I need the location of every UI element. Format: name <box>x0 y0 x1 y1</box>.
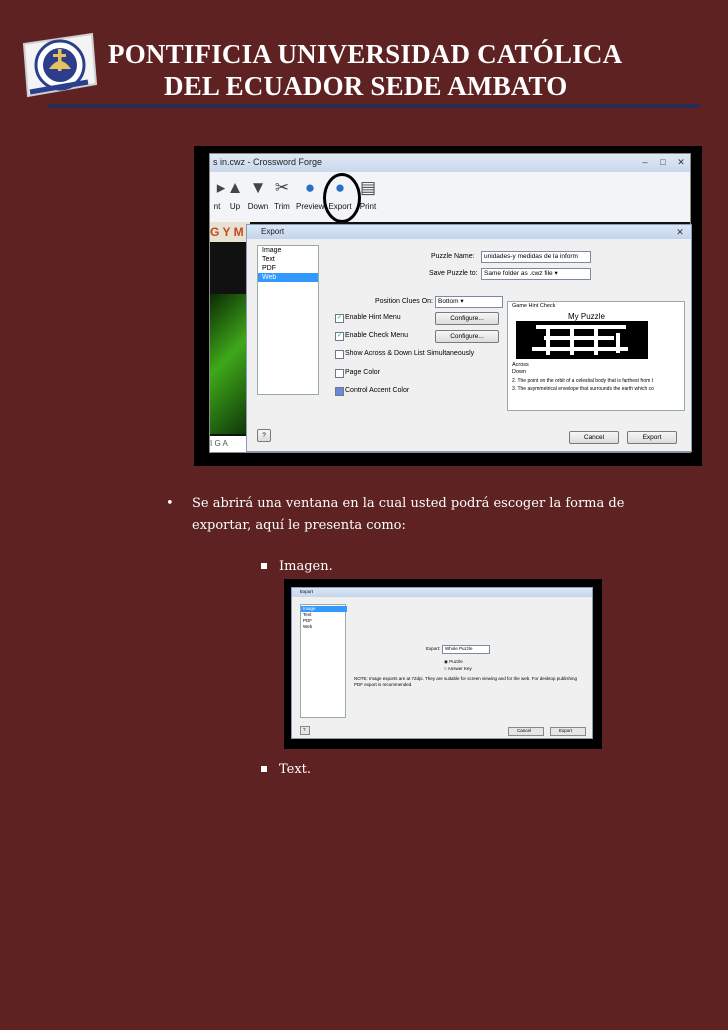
preview-menu: Game Hint Check <box>512 303 556 309</box>
dialog2-export-button[interactable]: Export <box>550 727 586 736</box>
list-item-text: Text. <box>261 760 311 780</box>
format-pdf[interactable]: PDF <box>258 264 318 273</box>
enable-check-label: Enable Check Menu <box>345 332 409 339</box>
preview-crossword-grid <box>516 321 648 359</box>
square-bullet <box>261 562 267 569</box>
window-title: s in.cwz - Crossword Forge <box>213 157 323 167</box>
title-line-1: PONTIFICIA UNIVERSIDAD CATÓLICA <box>108 39 623 69</box>
preview-clue-2: 3. The asymmetrical envelope that surrou… <box>512 386 654 392</box>
item-text-label: Text. <box>279 762 312 777</box>
save-to-label: Save Puzzle to: <box>429 270 478 277</box>
dialog2-help-button[interactable]: ? <box>300 726 310 735</box>
up-arrow-icon: ▲ <box>226 178 244 197</box>
enable-hint-checkbox[interactable]: ✓ <box>335 314 344 323</box>
square-bullet <box>261 765 267 772</box>
puzzle-name-label: Puzzle Name: <box>431 253 475 260</box>
bullet-text: Se abrirá una ventana en la cual usted p… <box>192 496 625 533</box>
trim-button[interactable]: ✂ Trim <box>270 176 294 211</box>
dialog-titlebar: Export ✕ <box>247 225 691 239</box>
export-image-dialog: Export Image Text PDF Web Export: Whole … <box>291 587 593 739</box>
show-across-down-label: Show Across & Down List Simultaneously <box>345 350 475 357</box>
down-arrow-icon: ▼ <box>249 178 267 197</box>
enable-hint-label: Enable Hint Menu <box>345 314 401 321</box>
format-text[interactable]: Text <box>258 255 318 264</box>
title-line-2: DEL ECUADOR SEDE AMBATO <box>164 71 568 101</box>
dialog-close-icon[interactable]: ✕ <box>673 226 687 238</box>
header-rule <box>48 104 700 108</box>
export2-label: Export: <box>426 646 441 651</box>
window-titlebar: s in.cwz - Crossword Forge – □ ✕ <box>210 154 690 172</box>
help-button[interactable]: ? <box>257 429 271 442</box>
preview-down: Down <box>512 369 527 375</box>
dialog2-title: Export <box>300 589 314 594</box>
dialog-title: Export <box>261 227 285 236</box>
close-icon[interactable]: ✕ <box>674 156 688 168</box>
background-letters: I G A <box>210 436 250 452</box>
enable-check-checkbox[interactable]: ✓ <box>335 332 344 341</box>
cancel-button[interactable]: Cancel <box>569 431 619 444</box>
puzzle-name-input[interactable]: unidades-y medidas de la inform <box>481 251 591 263</box>
configure-hint-button[interactable]: Configure... <box>435 312 499 325</box>
background-image <box>210 294 250 434</box>
down-button[interactable]: ▼ Down <box>246 176 270 211</box>
preview-clue-1: 2. The point on the orbit of a celestial… <box>512 378 654 384</box>
format-image[interactable]: Image <box>258 246 318 255</box>
format2-web[interactable]: Web <box>303 624 312 630</box>
export2-select[interactable]: Whole Puzzle <box>442 645 490 654</box>
control-accent-label: Control Accent Color <box>345 387 410 394</box>
export-note: NOTE: Image exports are at 72dpi. They a… <box>354 676 578 687</box>
item-image-label: Imagen. <box>279 559 333 574</box>
university-logo <box>18 30 100 102</box>
toolbar-partial[interactable]: ▸ nt <box>210 176 226 211</box>
puzzle-radio[interactable]: ◉ Puzzle <box>444 659 463 665</box>
globe-icon: ● <box>304 178 316 197</box>
preview-button[interactable]: ● Preview <box>296 176 324 211</box>
page-color-label: Page Color <box>345 369 381 376</box>
dialog2-format-list[interactable]: Image Text PDF Web <box>300 604 347 718</box>
save-to-select[interactable]: Same folder as .cwz file ▾ <box>481 268 591 280</box>
minimize-icon[interactable]: – <box>638 156 652 168</box>
preview-across: Across <box>512 362 529 368</box>
configure-check-button[interactable]: Configure... <box>435 330 499 343</box>
up-button[interactable]: ▲ Up <box>224 176 246 211</box>
background-banner: G Y M <box>210 222 250 242</box>
format-list[interactable]: Image Text PDF Web <box>257 245 319 395</box>
bullet-dot: • <box>166 496 174 511</box>
preview-title: My Puzzle <box>568 312 605 321</box>
page-color-checkbox[interactable] <box>335 369 344 378</box>
dialog2-titlebar: Export <box>292 588 592 597</box>
show-across-down-checkbox[interactable] <box>335 350 344 359</box>
dialog2-cancel-button[interactable]: Cancel <box>508 727 544 736</box>
accent-color-swatch[interactable] <box>335 387 344 396</box>
scissors-icon: ✂ <box>274 178 290 197</box>
position-clues-label: Position Clues On: <box>375 298 433 305</box>
export-dialog: Export ✕ Image Text PDF Web Puzzle Name:… <box>246 224 692 452</box>
toolbar: ▸ nt ▲ Up ▼ Down ✂ Trim ● Preview ● Export ▤ Pr… <box>210 172 690 223</box>
export-dialog-button[interactable]: Export <box>627 431 677 444</box>
list-item-image: Imagen. <box>261 557 333 577</box>
format-web[interactable]: Web <box>258 273 318 282</box>
maximize-icon[interactable]: □ <box>656 156 670 168</box>
position-clues-select[interactable]: Bottom ▾ <box>435 296 503 308</box>
print-button[interactable]: ▤ Print <box>356 176 380 211</box>
printer-icon: ▤ <box>359 178 377 197</box>
crossword-forge-window: s in.cwz - Crossword Forge – □ ✕ ▸ nt ▲ Up… <box>209 153 692 453</box>
answer-key-radio[interactable]: ○ Answer Key <box>444 666 472 672</box>
page-title: PONTIFICIA UNIVERSIDAD CATÓLICA DEL ECUA… <box>108 38 708 102</box>
web-preview: Game Hint Check My Puzzle Across Down 2.… <box>507 301 685 411</box>
